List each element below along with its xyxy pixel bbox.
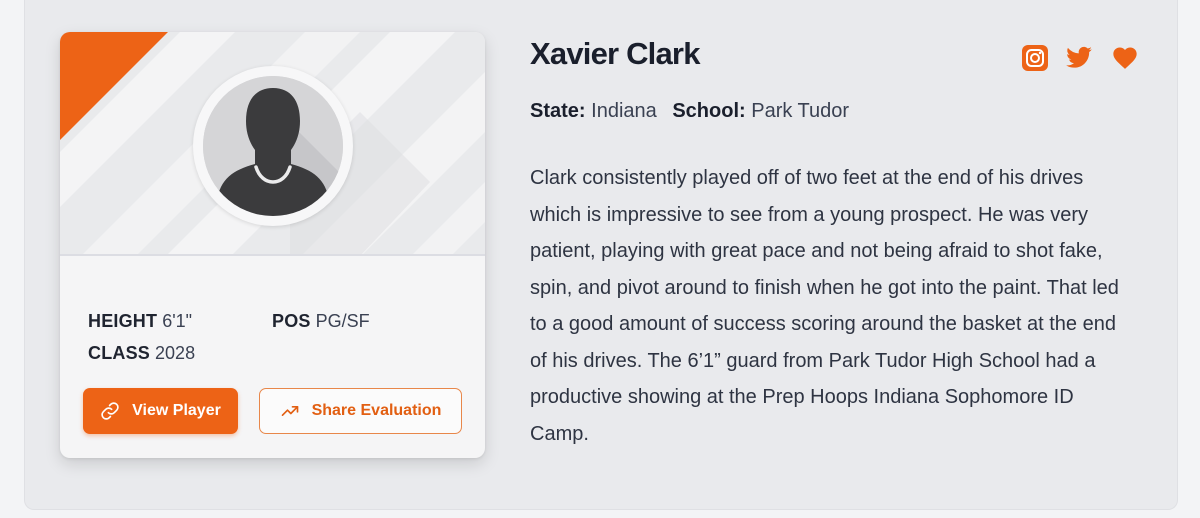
school-value: Park Tudor <box>751 100 850 122</box>
position-value: PG/SF <box>315 311 370 331</box>
heart-icon[interactable] <box>1111 44 1139 72</box>
school-label: School: <box>672 100 746 122</box>
class-stat: CLASS 2028 <box>88 336 195 370</box>
state-label: State: <box>530 100 586 122</box>
height-stat: HEIGHT 6'1" <box>88 304 192 338</box>
card-banner <box>60 32 485 256</box>
view-player-label: View Player <box>132 402 221 419</box>
instagram-icon[interactable] <box>1021 44 1049 72</box>
position-label: POS <box>272 311 311 331</box>
view-player-button[interactable]: View Player <box>83 388 238 434</box>
player-name: Xavier Clark <box>530 36 700 71</box>
height-label: HEIGHT <box>88 311 158 331</box>
height-value: 6'1" <box>162 311 193 331</box>
link-icon <box>101 402 119 420</box>
class-value: 2028 <box>155 343 196 363</box>
silhouette-icon <box>203 76 343 216</box>
player-meta: State: Indiana School: Park Tudor <box>530 100 849 123</box>
share-evaluation-button[interactable]: Share Evaluation <box>259 388 462 434</box>
class-label: CLASS <box>88 343 151 363</box>
trending-up-icon <box>281 406 298 416</box>
state-value: Indiana <box>591 100 657 122</box>
twitter-icon[interactable] <box>1065 44 1093 72</box>
position-stat: POS PG/SF <box>272 304 370 338</box>
avatar <box>193 66 353 226</box>
evaluation-text: Clark consistently played off of two fee… <box>530 167 1119 445</box>
share-evaluation-label: Share Evaluation <box>311 402 442 419</box>
